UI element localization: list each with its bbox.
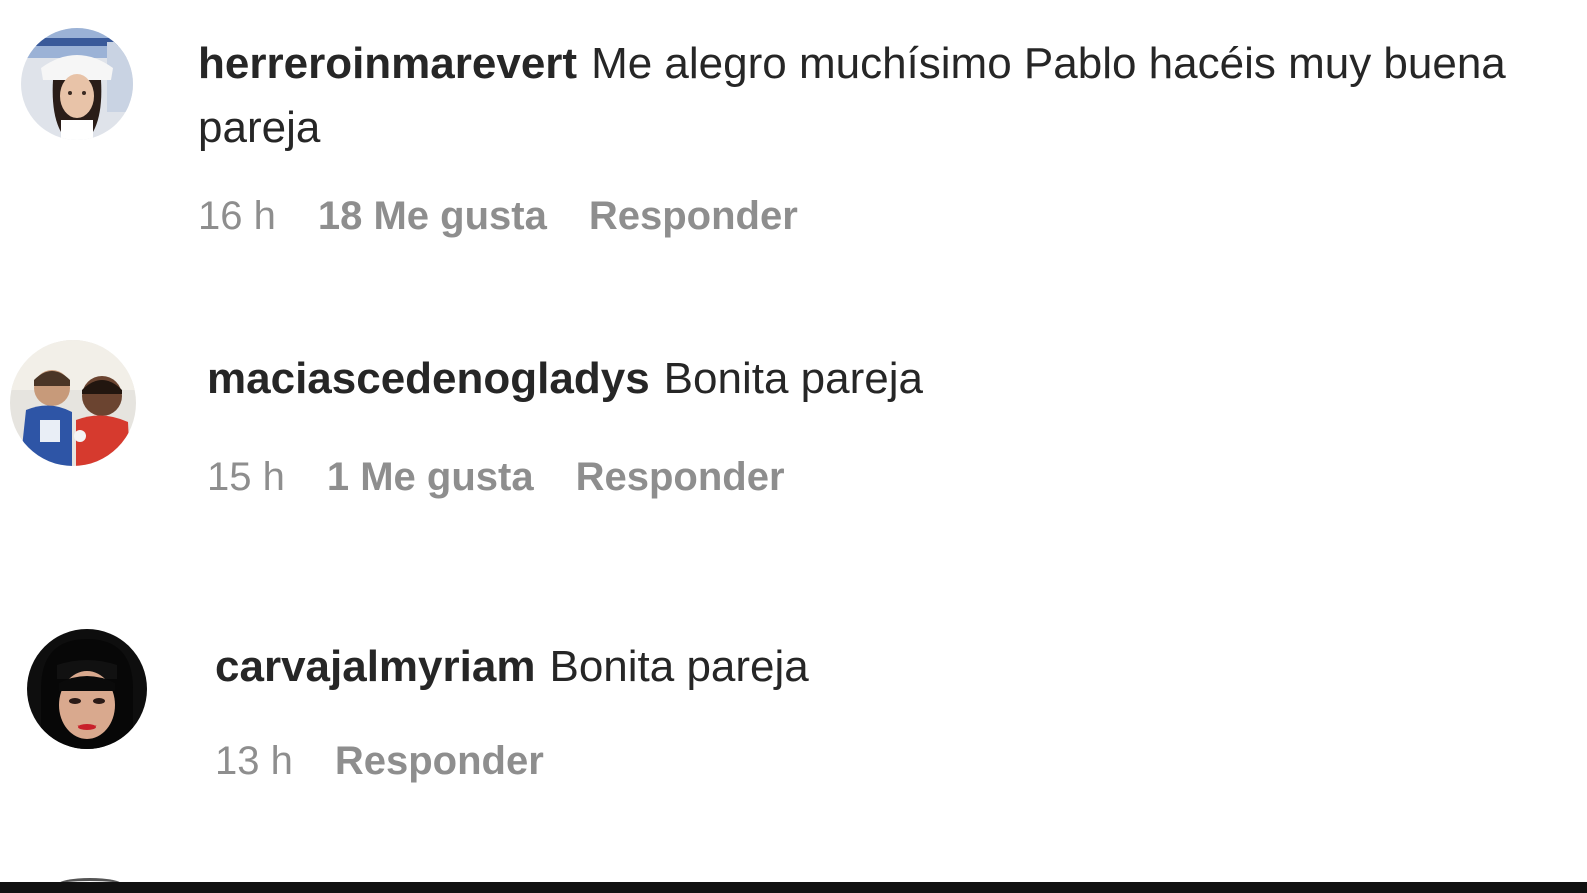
bottom-edge-bar [0, 882, 1587, 893]
avatar-image [27, 629, 147, 749]
reply-button[interactable]: Responder [589, 194, 798, 238]
comment-username[interactable]: herreroinmarevert [198, 39, 577, 88]
comment-text: Bonita pareja [549, 642, 809, 691]
comment-username[interactable]: carvajalmyriam [215, 642, 535, 691]
reply-button[interactable]: Responder [576, 455, 785, 499]
avatar[interactable] [27, 629, 147, 749]
comment-timestamp[interactable]: 13 h [215, 739, 293, 783]
reply-button[interactable]: Responder [335, 739, 544, 783]
comment-likes[interactable]: 1 Me gusta [327, 455, 534, 499]
comment-text: Bonita pareja [663, 354, 923, 403]
comment-likes[interactable]: 18 Me gusta [318, 194, 547, 238]
comment-timestamp[interactable]: 15 h [207, 455, 285, 499]
avatar[interactable] [21, 28, 133, 140]
comment-timestamp[interactable]: 16 h [198, 194, 276, 238]
comment-username[interactable]: maciascedenogladys [207, 354, 650, 403]
avatar-image [10, 340, 136, 466]
avatar[interactable] [10, 340, 136, 466]
avatar-image [21, 28, 133, 140]
